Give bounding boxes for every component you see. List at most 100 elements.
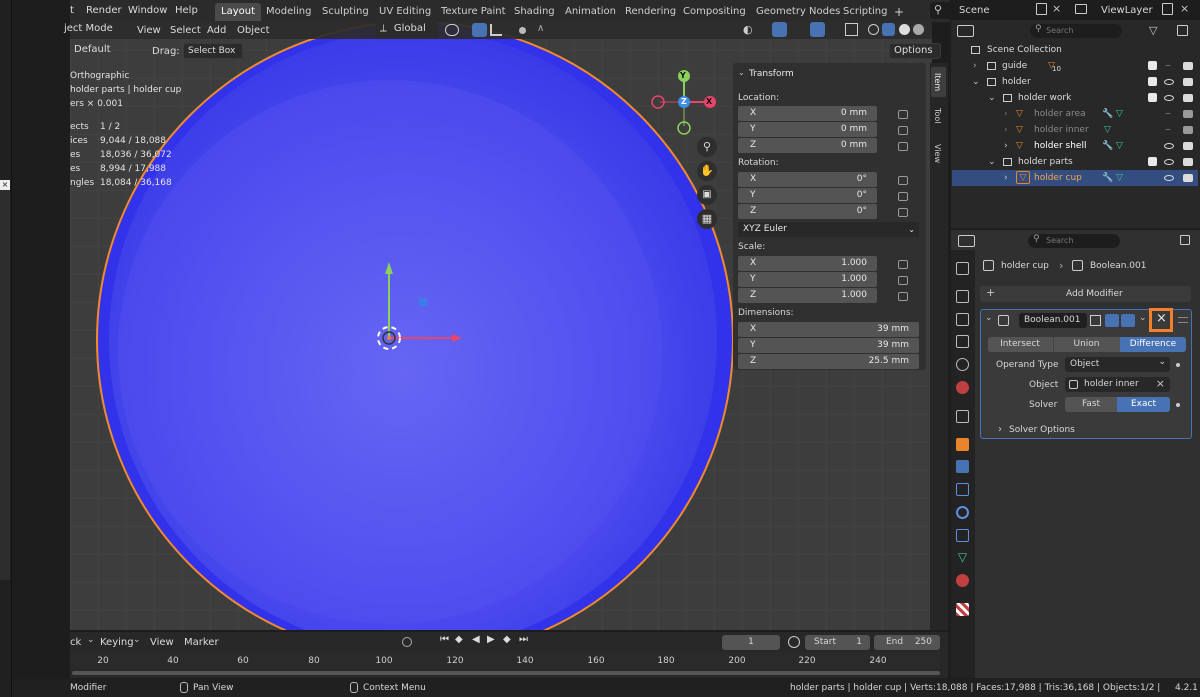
snap-toggle-icon[interactable] (472, 23, 487, 37)
operation-difference-button[interactable]: Difference (1120, 337, 1186, 352)
menu-help[interactable]: Help (175, 5, 198, 16)
realtime-display-toggle-icon[interactable] (1105, 314, 1119, 327)
pin-icon[interactable] (1180, 235, 1190, 245)
render-camera-icon[interactable] (1183, 142, 1193, 150)
outliner-display-mode-icon[interactable] (957, 25, 974, 37)
mesh-data-tab-icon[interactable]: ▽ (956, 551, 969, 564)
texture-tab-icon[interactable] (956, 603, 969, 616)
shading-solid-icon[interactable] (882, 23, 895, 36)
render-camera-icon[interactable] (1183, 126, 1193, 134)
outliner-row-holder-shell[interactable]: › ▽ holder shell 🔧 ▽ (952, 138, 1198, 154)
new-scene-icon[interactable] (1036, 3, 1047, 15)
exclude-checkbox[interactable] (1148, 157, 1157, 166)
dimensions-x-field[interactable]: X 39 mm (738, 322, 919, 337)
zoom-view-icon[interactable]: ⚲ (697, 137, 717, 157)
left-partial-close-icon[interactable]: × (0, 180, 10, 190)
outliner-row-guide[interactable]: › guide ▽ 10 ⌣ (952, 58, 1198, 74)
render-camera-icon[interactable] (1183, 174, 1193, 182)
outliner-row-holder-cup[interactable]: › ▽ holder cup 🔧 ▽ (952, 170, 1198, 186)
rotation-x-field[interactable]: X 0° (738, 172, 877, 187)
operand-type-dropdown[interactable]: Object ⌄ (1065, 357, 1170, 372)
eye-icon[interactable] (1164, 95, 1174, 101)
tab-item[interactable]: Item (931, 67, 946, 97)
lock-icon[interactable] (898, 260, 908, 269)
solver-options-chevron-icon[interactable]: › (998, 424, 1002, 435)
proportional-edit-icon[interactable] (519, 27, 526, 34)
solver-options-subpanel[interactable]: Solver Options (1009, 425, 1075, 435)
tab-compositing[interactable]: Compositing (677, 3, 752, 21)
show-gizmo-icon[interactable] (772, 22, 787, 37)
render-camera-icon[interactable] (1183, 158, 1193, 166)
solver-exact-button[interactable]: Exact (1117, 397, 1170, 412)
outliner-row-holder-inner[interactable]: › ▽ holder inner ▽ ⌣ (952, 122, 1198, 138)
object-field[interactable]: holder inner × (1065, 377, 1170, 392)
jump-start-icon[interactable]: ⏮ (440, 634, 449, 645)
options-dropdown[interactable]: Options (889, 43, 941, 59)
tab-layout[interactable]: Layout (215, 3, 261, 21)
clear-object-icon[interactable]: × (1156, 377, 1165, 390)
shading-wireframe-icon[interactable] (868, 24, 879, 35)
shading-rendered-icon[interactable] (913, 24, 924, 35)
mode-selector[interactable]: ject Mode (60, 22, 125, 38)
drag-select-box-dropdown[interactable]: Select Box (183, 43, 243, 59)
viewport-menu-object[interactable]: Object (237, 25, 270, 36)
outliner-row-holder-work[interactable]: ⌄ holder work (952, 90, 1198, 106)
delete-scene-icon[interactable]: × (1052, 2, 1061, 15)
shading-material-icon[interactable] (899, 24, 910, 35)
material-tab-icon[interactable] (956, 574, 969, 587)
jump-end-icon[interactable]: ⏭ (519, 634, 528, 645)
hidden-eye-icon[interactable]: ⌣ (1165, 106, 1171, 122)
location-z-field[interactable]: Z 0 mm (738, 138, 877, 153)
eye-icon[interactable] (1164, 175, 1174, 181)
world-tab-icon[interactable] (956, 381, 969, 394)
physics-tab-icon[interactable] (956, 506, 969, 519)
lock-icon[interactable] (898, 110, 908, 119)
tab-geometry-nodes[interactable]: Geometry Nodes (750, 3, 846, 21)
render-camera-icon[interactable] (1183, 78, 1193, 86)
timeline-scrollbar[interactable] (72, 671, 940, 675)
lock-icon[interactable] (898, 292, 908, 301)
tab-rendering[interactable]: Rendering (619, 3, 682, 21)
outliner-row-scene-collection[interactable]: Scene Collection (952, 42, 1198, 58)
lock-icon[interactable] (898, 208, 908, 217)
outliner-row-holder-parts[interactable]: ⌄ holder parts (952, 154, 1198, 170)
eye-icon[interactable] (1164, 79, 1174, 85)
tab-modeling[interactable]: Modeling (260, 3, 318, 21)
viewport-menu-view[interactable]: View (137, 25, 161, 36)
animate-property-dot-icon[interactable] (1176, 363, 1180, 367)
tool-tab-icon[interactable] (956, 262, 969, 275)
rotation-z-field[interactable]: Z 0° (738, 204, 877, 219)
hidden-eye-icon[interactable]: ⌣ (1165, 58, 1171, 74)
play-icon[interactable]: ▶ (487, 634, 495, 645)
tab-shading[interactable]: Shading (508, 3, 561, 21)
tab-uv-editing[interactable]: UV Editing (373, 3, 437, 21)
exclude-checkbox[interactable] (1148, 93, 1157, 102)
lock-icon[interactable] (898, 192, 908, 201)
tab-scripting[interactable]: Scripting (837, 3, 893, 21)
rotation-y-field[interactable]: Y 0° (738, 188, 877, 203)
render-camera-icon[interactable] (1183, 62, 1193, 70)
view-object-types-icon[interactable]: ◐ (743, 23, 753, 36)
snap-target-icon[interactable] (490, 24, 502, 36)
scale-x-field[interactable]: X 1.000 (738, 256, 877, 271)
scale-y-field[interactable]: Y 1.000 (738, 272, 877, 287)
timeline-menu-keying[interactable]: Keying (100, 637, 134, 648)
timeline-menu-marker[interactable]: Marker (184, 637, 219, 648)
tab-view[interactable]: View (931, 138, 946, 168)
tab-animation[interactable]: Animation (559, 3, 622, 21)
falloff-curve-icon[interactable]: ∧ (537, 23, 544, 34)
menu-file[interactable]: t (70, 5, 74, 16)
properties-search-input[interactable]: ⚲ Search (1028, 234, 1120, 248)
exclude-checkbox[interactable] (1148, 77, 1157, 86)
solver-fast-button[interactable]: Fast (1065, 397, 1117, 412)
outliner-search-input[interactable]: ⚲ Search (1030, 24, 1122, 38)
camera-view-icon[interactable]: ▣ (697, 185, 717, 205)
new-viewlayer-icon[interactable] (1162, 3, 1173, 15)
rotation-mode-dropdown[interactable]: XYZ Euler ⌄ (738, 222, 919, 237)
animate-property-dot-icon[interactable] (1176, 403, 1180, 407)
current-frame-field[interactable]: 1 (722, 635, 780, 650)
viewport-menu-add[interactable]: Add (207, 25, 226, 36)
output-tab-icon[interactable] (956, 313, 969, 326)
hidden-eye-icon[interactable]: ⌣ (1165, 122, 1171, 138)
outliner-row-holder[interactable]: ⌄ holder (952, 74, 1198, 90)
